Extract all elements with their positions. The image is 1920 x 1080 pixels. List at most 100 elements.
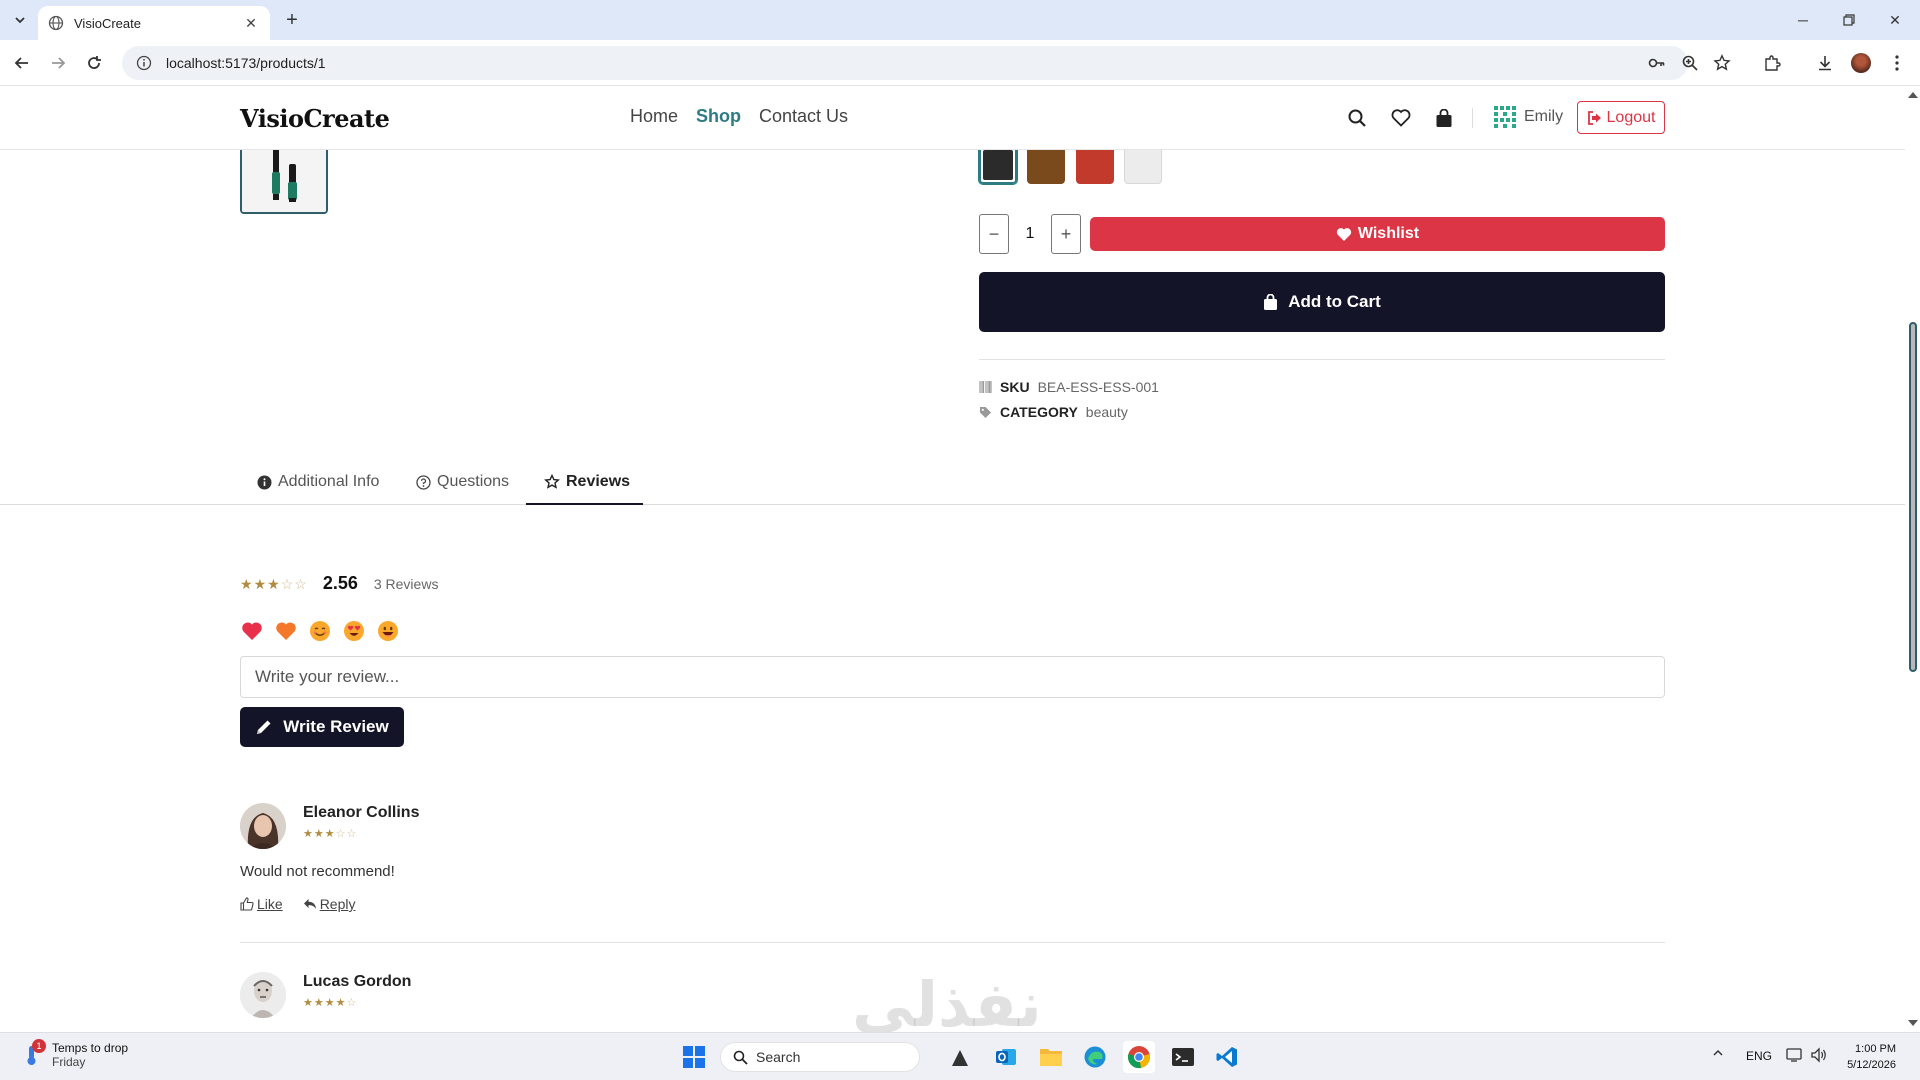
profile-avatar [1851, 53, 1871, 73]
heart-red-icon[interactable] [240, 619, 264, 643]
reload-button[interactable] [82, 51, 106, 75]
language-indicator[interactable]: ENG [1746, 1049, 1772, 1063]
nav-contact[interactable]: Contact Us [759, 106, 848, 127]
heart-orange-icon[interactable] [274, 619, 298, 643]
restore-button[interactable] [1826, 0, 1872, 40]
page-scrollbar[interactable] [1905, 86, 1920, 1032]
user-menu[interactable]: Emily [1494, 106, 1563, 128]
extensions-button[interactable] [1761, 52, 1783, 74]
star-filled-icon: ★ [303, 997, 313, 1009]
reaction-picker [240, 619, 400, 643]
page-viewport: − 1 + Wishlist Add to Cart SKU BEA-ESS-E… [0, 86, 1905, 1032]
volume-icon[interactable] [1810, 1047, 1828, 1063]
add-to-cart-button[interactable]: Add to Cart [979, 272, 1665, 332]
system-clock[interactable]: 1:00 PM 5/12/2026 [1836, 1041, 1896, 1073]
taskbar-search[interactable]: Search [720, 1042, 920, 1072]
pencil-icon [257, 720, 271, 734]
minimize-button[interactable]: ─ [1780, 0, 1826, 40]
address-bar[interactable]: localhost:5173/products/1 [122, 46, 1688, 80]
taskbar-app-edge[interactable] [1079, 1041, 1111, 1073]
taskbar-app-chrome[interactable] [1123, 1041, 1155, 1073]
site-header: VisioCreate Home Shop Contact Us Emily L… [0, 86, 1905, 150]
tab-label: Reviews [566, 473, 631, 490]
tab-additional-info[interactable]: Additional Info [257, 472, 379, 505]
taskbar-app-vscode[interactable] [1211, 1041, 1243, 1073]
site-info-icon[interactable] [136, 55, 152, 71]
forward-button[interactable] [46, 51, 70, 75]
rating-summary: ★ ★ ★ ☆ ☆ 2.56 3 Reviews [240, 573, 438, 594]
browser-menu-button[interactable] [1886, 52, 1908, 74]
back-button[interactable] [10, 51, 34, 75]
tab-questions[interactable]: Questions [416, 472, 509, 505]
reviewer-avatar[interactable] [240, 803, 286, 849]
taskbar-app-terminal[interactable] [1167, 1041, 1199, 1073]
color-swatch-brown[interactable] [1027, 146, 1065, 184]
restore-icon [1843, 14, 1855, 26]
taskbar-app-files[interactable] [944, 1041, 976, 1073]
profile-button[interactable] [1850, 52, 1872, 74]
nav-shop[interactable]: Shop [696, 106, 741, 127]
quantity-increase-button[interactable]: + [1051, 214, 1081, 254]
chevron-down-icon [15, 17, 25, 24]
browser-tab-title: VisioCreate [74, 15, 141, 31]
grin-icon[interactable] [376, 619, 400, 643]
color-swatch-red[interactable] [1076, 146, 1114, 184]
bookmark-star-icon[interactable] [1713, 54, 1731, 72]
quantity-decrease-button[interactable]: − [979, 214, 1009, 254]
windows-taskbar: 1 Temps to drop Friday Search ENG 1:00 P… [0, 1032, 1920, 1080]
heart-eyes-icon[interactable] [342, 619, 366, 643]
zoom-icon[interactable] [1681, 54, 1699, 72]
new-tab-button[interactable]: + [280, 8, 304, 32]
scroll-down-icon[interactable] [1908, 1020, 1918, 1026]
heart-icon [1336, 227, 1352, 241]
nav-home[interactable]: Home [630, 106, 678, 127]
close-window-button[interactable]: ✕ [1872, 0, 1918, 40]
tab-search-button[interactable] [8, 8, 32, 32]
quantity-value[interactable]: 1 [1009, 214, 1051, 254]
review-item: Eleanor Collins ★ ★ ★ ☆ ☆ Would not reco… [240, 803, 1665, 913]
network-icon[interactable] [1786, 1047, 1804, 1063]
review-text: Would not recommend! [240, 863, 395, 880]
tab-label: Additional Info [278, 473, 380, 490]
search-icon [1348, 109, 1366, 127]
cart-button[interactable] [1432, 106, 1456, 130]
logout-button[interactable]: Logout [1577, 101, 1665, 134]
search-button[interactable] [1345, 106, 1369, 130]
tab-reviews[interactable]: Reviews [526, 472, 643, 505]
browser-tab[interactable]: VisioCreate ✕ [38, 6, 270, 40]
taskbar-app-explorer[interactable] [1035, 1041, 1067, 1073]
like-button[interactable]: Like [240, 896, 283, 912]
downloads-button[interactable] [1814, 52, 1836, 74]
category-value[interactable]: beauty [1086, 404, 1128, 420]
globe-icon [48, 15, 64, 31]
review-input[interactable] [240, 656, 1665, 698]
browser-tab-strip: VisioCreate ✕ + ─ ✕ [0, 0, 1920, 40]
taskbar-app-outlook[interactable] [990, 1041, 1022, 1073]
reviewer-avatar[interactable] [240, 972, 286, 1018]
reply-button[interactable]: Reply [303, 896, 355, 912]
wishlist-button[interactable]: Wishlist [1090, 217, 1665, 251]
weather-widget[interactable]: 1 Temps to drop Friday [20, 1039, 128, 1069]
shopping-bag-icon [1264, 293, 1278, 310]
scroll-up-icon[interactable] [1908, 92, 1918, 98]
smile-icon[interactable] [308, 619, 332, 643]
more-vertical-icon [1895, 55, 1899, 71]
user-name: Emily [1524, 108, 1564, 125]
start-button[interactable] [678, 1041, 710, 1073]
chevron-up-icon [1713, 1049, 1723, 1056]
taskbar-search-label: Search [756, 1049, 801, 1065]
color-swatch-white[interactable] [1124, 146, 1162, 184]
wishlist-header-button[interactable] [1389, 106, 1413, 130]
category-label: CATEGORY [1000, 404, 1078, 420]
site-logo[interactable]: VisioCreate [240, 104, 390, 133]
password-key-icon[interactable] [1648, 54, 1666, 72]
swatch-fill [983, 150, 1013, 180]
write-review-button[interactable]: Write Review [240, 707, 404, 747]
star-empty-icon: ☆ [346, 828, 357, 840]
color-swatch-black[interactable] [979, 146, 1017, 184]
tray-overflow-button[interactable] [1712, 1047, 1724, 1059]
close-tab-icon[interactable]: ✕ [242, 14, 260, 32]
average-rating: 2.56 [322, 573, 358, 593]
scrollbar-thumb[interactable] [1909, 322, 1917, 672]
watermark: نفذلي [852, 968, 1042, 1032]
